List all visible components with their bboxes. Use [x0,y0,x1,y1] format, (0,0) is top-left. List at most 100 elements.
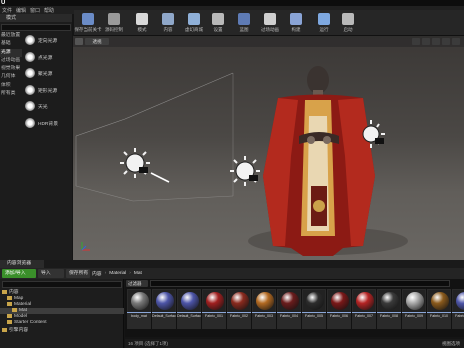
light-actor-item[interactable]: HDR背景 [23,115,72,132]
menu-item-2[interactable]: 窗口 [30,7,40,14]
material-preview-icon [181,292,199,310]
tab-content-browser[interactable]: 内容浏览器 [0,260,44,268]
viewport-options-button[interactable] [75,38,83,45]
maximize-viewport-button[interactable] [452,38,460,45]
asset-tile[interactable]: Fabric_009 [402,289,426,329]
asset-tile[interactable]: Default_Surfaces_Default_Normal [152,289,176,329]
folder-icon [2,290,7,294]
asset-type-strip [427,312,451,313]
folder-icon [7,320,12,324]
asset-type-strip [377,312,401,313]
asset-thumbnail [203,290,225,312]
light-actor-item[interactable]: 点光源 [23,49,72,66]
asset-tile[interactable]: Fabric_002 [227,289,251,329]
asset-name: Fabric_001 [205,314,223,318]
material-preview-icon [256,292,274,310]
folder-search-input[interactable] [2,281,122,288]
folder-icon [7,302,12,306]
folder-tree-item[interactable]: Starter Content [0,320,124,326]
light-bulb-icon [25,117,35,128]
folder-label: 内容 [9,290,19,296]
asset-name: Fabric_002 [230,314,248,318]
category-item[interactable]: 最近放置 [0,32,22,40]
light-actor-item[interactable]: 天光 [23,98,72,115]
camera-speed-button[interactable] [442,38,450,45]
asset-tile[interactable]: Fabric_007 [352,289,376,329]
asset-tile[interactable]: Fabric_010 [427,289,451,329]
material-preview-icon [281,292,299,310]
category-item[interactable]: 视觉效果 [0,65,22,73]
add-import-button[interactable]: 添加/导入 [2,269,36,278]
category-item[interactable]: 所有类 [0,90,22,98]
translate-snap-button[interactable] [412,38,420,45]
save-all-button[interactable]: 保存所有 [66,269,90,278]
marketplace-icon [188,13,200,25]
asset-tile[interactable]: Fabric_011 [452,289,464,329]
asset-search-input[interactable] [150,280,450,287]
asset-tile[interactable]: Fabric_006 [327,289,351,329]
folder-icon [2,328,7,332]
level-viewport[interactable] [73,36,464,260]
folder-tree-item[interactable]: 引擎内容 [0,328,124,334]
asset-name: Fabric_008 [380,314,398,318]
light-bulb-icon [25,101,35,111]
light-actor-label: 天光 [38,105,48,110]
asset-type-strip [177,312,201,313]
asset-name: Fabric_005 [305,314,323,318]
category-item[interactable]: 几何体 [0,73,22,81]
asset-thumbnail [128,290,150,312]
asset-tile[interactable]: Fabric_008 [377,289,401,329]
place-search-input[interactable] [1,24,71,31]
menu-item-0[interactable]: 文件 [2,7,12,14]
category-item[interactable]: 基础 [0,40,22,48]
import-button[interactable]: 导入 [38,269,64,278]
material-preview-icon [381,292,399,310]
asset-tile[interactable]: Fabric_004 [277,289,301,329]
folder-label: Map [14,296,24,302]
breadcrumb-item[interactable]: Material [109,271,126,276]
asset-tile[interactable]: Fabric_001 [202,289,226,329]
asset-type-strip [277,312,301,313]
scale-snap-button[interactable] [432,38,440,45]
perspective-button[interactable]: 透视 [85,38,109,45]
settings-icon [212,13,224,25]
asset-type-strip [252,312,276,313]
light-actor-item[interactable]: 矩形光源 [23,82,72,99]
material-preview-icon [131,292,149,310]
asset-tile[interactable]: Fabric_005 [302,289,326,329]
breadcrumb-item[interactable]: Mat [134,271,142,276]
breadcrumb: 内容 › Material › Mat [92,268,142,279]
category-item[interactable]: 过场动画 [0,57,22,65]
tab-modes[interactable]: 模式 [0,14,72,22]
category-item[interactable]: 体积 [0,82,22,90]
breadcrumb-item[interactable]: 内容 [92,270,102,277]
asset-tile[interactable]: Fabric_003 [252,289,276,329]
folder-icon [7,314,12,318]
toolbar-button-8[interactable]: 构建 [284,10,308,36]
light-actor-item[interactable]: 定向光源 [23,32,72,49]
cinematics-icon [264,13,276,25]
light-actor-item[interactable]: 聚光源 [23,65,72,82]
asset-type-strip [202,312,226,313]
place-categories: 最近放置 基础 光源 过场动画 视觉效果 几何体 体积 所有类 [0,32,22,98]
asset-type-strip [327,312,351,313]
rotate-snap-button[interactable] [422,38,430,45]
material-preview-icon [206,292,224,310]
viewport-transform-buttons [340,38,460,45]
filter-button[interactable]: 过滤器 [126,280,148,287]
light-actor-list: 定向光源 点光源 聚光源 矩形光源天光 HDR背景 [23,32,72,131]
view-options-button[interactable]: 视图选项 [430,340,460,347]
light-bulb-icon [25,51,35,62]
menu-item-3[interactable]: 帮助 [44,7,54,14]
asset-tile[interactable]: Default_Surfaces_Default_Normal [177,289,201,329]
menu-item-1[interactable]: 编辑 [16,7,26,14]
toolbar-button-10[interactable]: 启动 [336,10,360,36]
toolbar-button-1[interactable]: 源码控制 [102,10,126,36]
category-item[interactable]: 光源 [0,48,22,57]
material-preview-icon [306,292,324,310]
asset-tile[interactable]: body_mat [127,289,151,329]
asset-thumbnail [153,290,175,312]
asset-thumbnail [228,290,250,312]
asset-type-strip [302,312,326,313]
modes-icon [136,13,148,25]
